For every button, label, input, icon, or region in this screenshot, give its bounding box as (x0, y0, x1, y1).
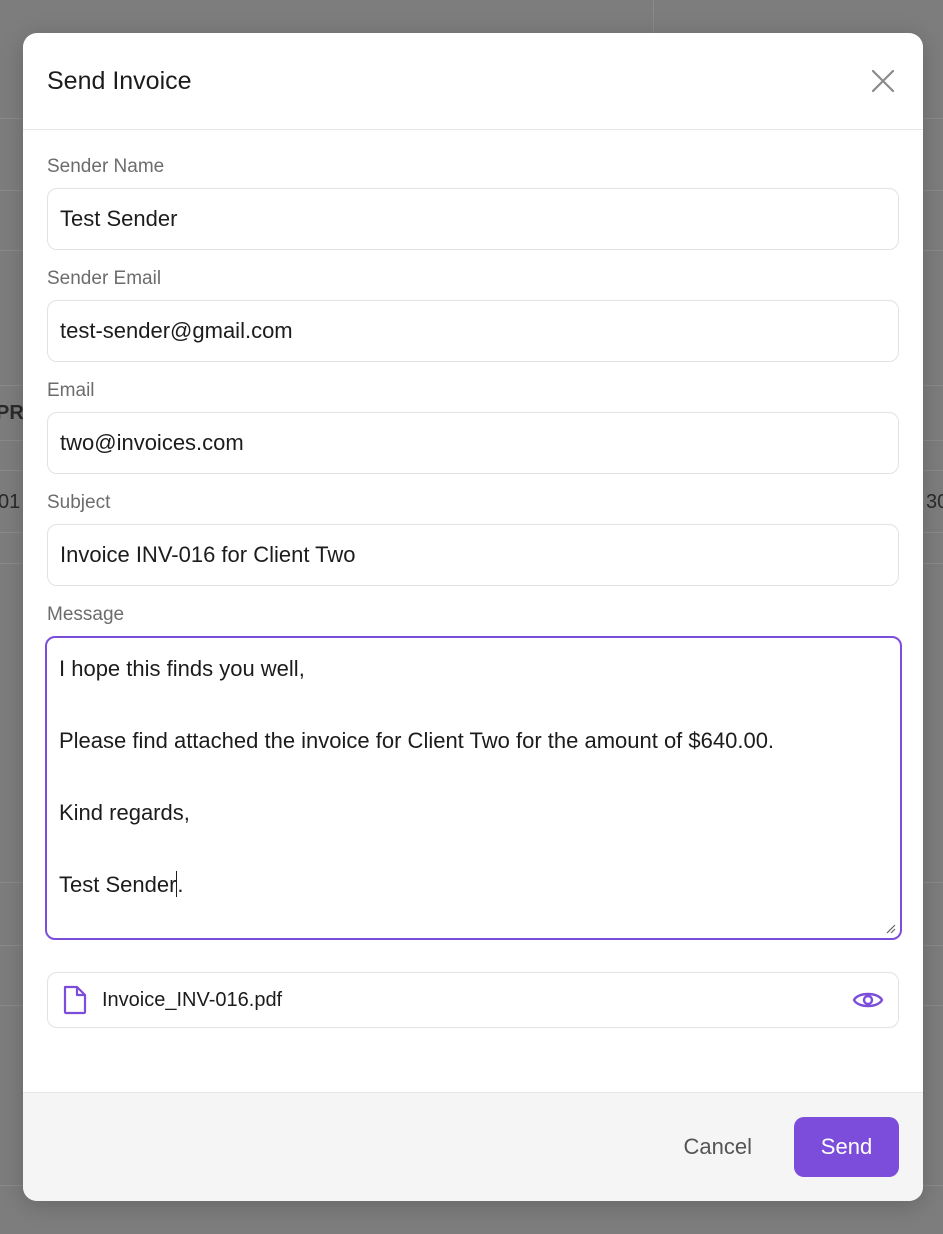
modal-title: Send Invoice (47, 66, 192, 95)
background-table-cell: 01 (0, 491, 21, 513)
sender-name-label: Sender Name (47, 156, 165, 177)
attachment-info: Invoice_INV-016.pdf (62, 985, 282, 1015)
modal-header: Send Invoice (23, 33, 923, 130)
email-input[interactable]: two@invoices.com (47, 412, 899, 474)
send-button[interactable]: Send (794, 1117, 899, 1177)
message-line: Please find attached the invoice for Cli… (59, 728, 775, 753)
close-button[interactable] (867, 65, 899, 97)
sender-email-group: Sender Email test-sender@gmail.com (47, 268, 899, 362)
background-divider (653, 0, 654, 33)
modal-body: Sender Name Test Sender Sender Email tes… (23, 130, 923, 1028)
sender-name-input[interactable]: Test Sender (47, 188, 899, 250)
email-label: Email (47, 380, 95, 401)
background-table-cell: 30 (926, 491, 943, 513)
attachment-filename: Invoice_INV-016.pdf (102, 988, 283, 1011)
sender-email-input[interactable]: test-sender@gmail.com (47, 300, 899, 362)
cancel-button[interactable]: Cancel (668, 1117, 768, 1177)
sender-email-label: Sender Email (47, 268, 162, 289)
message-line: I hope this finds you well, (59, 656, 305, 681)
background-table-header: PR (0, 402, 24, 424)
close-icon (871, 69, 895, 93)
subject-input[interactable]: Invoice INV-016 for Client Two (47, 524, 899, 586)
sender-name-group: Sender Name Test Sender (47, 156, 899, 250)
message-label: Message (47, 604, 125, 625)
message-line: Test Sender. (59, 871, 184, 897)
attachment-row: Invoice_INV-016.pdf (47, 972, 899, 1028)
subject-group: Subject Invoice INV-016 for Client Two (47, 492, 899, 586)
message-line: Kind regards, (59, 800, 190, 825)
text-caret (176, 871, 178, 897)
file-icon (63, 985, 87, 1015)
subject-label: Subject (47, 492, 111, 513)
message-group: Message I hope this finds you well, Plea… (45, 604, 902, 940)
send-invoice-modal: Send Invoice Sender Name Test Sender Sen… (23, 33, 923, 1201)
message-textarea[interactable]: I hope this finds you well, Please find … (45, 636, 902, 940)
resize-handle-icon[interactable] (884, 922, 896, 934)
email-group: Email two@invoices.com (47, 380, 899, 474)
modal-footer: Cancel Send (23, 1092, 923, 1201)
eye-icon[interactable] (852, 988, 884, 1012)
